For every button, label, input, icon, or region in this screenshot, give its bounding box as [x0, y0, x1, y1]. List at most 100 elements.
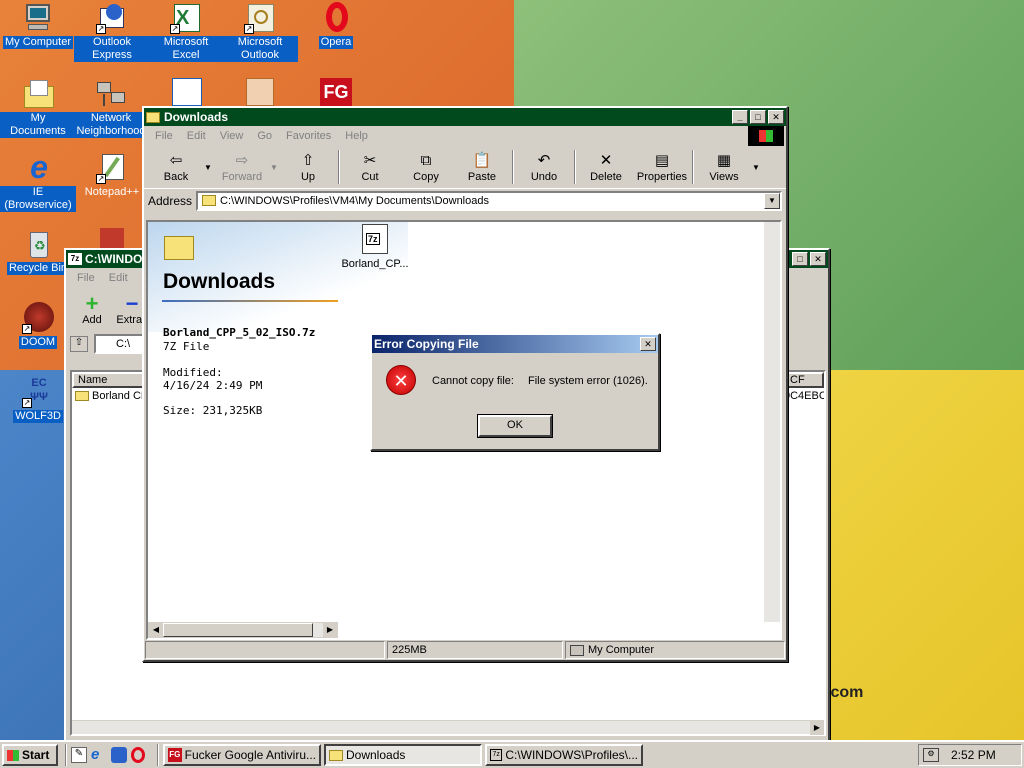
internet-explorer-icon[interactable]: e	[91, 747, 107, 763]
modified-value: 4/16/24 2:49 PM	[163, 379, 263, 392]
wolf3d-icon: EC ΨΨ ↗	[22, 377, 48, 408]
scroll-right-arrow[interactable]: ▶	[810, 721, 824, 735]
paste-button[interactable]: 📋 Paste	[454, 151, 510, 183]
paste-icon: 📋	[472, 152, 492, 169]
desktop-icon-notepad-plus-plus[interactable]: ↗ Notepad++	[74, 152, 150, 199]
column-crc[interactable]: CF	[784, 372, 824, 388]
undo-button[interactable]: ↶ Undo	[516, 151, 572, 183]
address-label: Address	[148, 193, 193, 208]
explorer-menubar: File Edit View Go Favorites Help	[144, 126, 786, 146]
desktop-icon-network-neighborhood[interactable]: Network Neighborhood	[74, 78, 148, 138]
tray-app-icon[interactable]: ⚙	[923, 748, 939, 762]
dialog-titlebar[interactable]: Error Copying File ✕	[372, 335, 658, 353]
desktop-icon-microsoft-outlook[interactable]: ↗ Microsoft Outlook	[222, 2, 298, 62]
quick-launch: ✎ e	[71, 747, 145, 763]
menu-edit[interactable]: Edit	[102, 272, 135, 284]
desktop-icon-my-computer[interactable]: My Computer	[0, 2, 76, 49]
up-folder-icon: ⇧	[301, 152, 315, 169]
views-button[interactable]: ▦ Views	[696, 151, 752, 183]
clock[interactable]: 2:52 PM	[951, 748, 996, 762]
vertical-scrollbar[interactable]	[764, 222, 780, 622]
ok-button[interactable]: OK	[477, 414, 553, 438]
opera-icon[interactable]	[131, 747, 145, 763]
horizontal-scrollbar[interactable]: ▶	[72, 720, 824, 735]
maximize-button[interactable]: □	[750, 110, 766, 124]
views-dropdown[interactable]: ▼	[752, 163, 766, 172]
forward-dropdown[interactable]: ▼	[270, 163, 280, 172]
delete-x-icon: ✕	[599, 152, 613, 169]
network-icon	[95, 78, 127, 110]
menu-view[interactable]: View	[213, 130, 251, 142]
error-dialog[interactable]: Error Copying File ✕ ✕ Cannot copy file:…	[370, 333, 660, 451]
close-button[interactable]: ✕	[768, 110, 784, 124]
wallpaper-watermark: .com	[826, 684, 864, 701]
desktop-icon-my-documents[interactable]: My Documents	[0, 78, 76, 138]
menu-help[interactable]: Help	[338, 130, 375, 142]
show-desktop-icon[interactable]: ✎	[71, 747, 87, 763]
menu-file[interactable]: File	[70, 272, 102, 284]
file-item-borland[interactable]: 7z Borland_CP...	[338, 222, 412, 270]
up-folder-icon[interactable]: ⇧	[70, 336, 88, 352]
excel-icon: X ↗	[170, 2, 202, 34]
task-7zip[interactable]: 7z C:\WINDOWS\Profiles\...	[485, 744, 643, 766]
address-input[interactable]: C:\WINDOWS\Profiles\VM4\My Documents\Dow…	[196, 190, 782, 211]
undo-icon: ↶	[537, 152, 551, 169]
folder-icon	[146, 111, 160, 123]
taskbar: Start ✎ e FG Fucker Google Antiviru... D…	[0, 740, 1024, 768]
desktop-icon-ie-browservice[interactable]: e IE (Browservice)	[0, 149, 76, 212]
explorer-titlebar[interactable]: Downloads _ □ ✕	[144, 108, 786, 126]
cut-button[interactable]: ✂ Cut	[342, 151, 398, 183]
dialog-detail: File system error (1026).	[528, 375, 648, 387]
explorer-title: Downloads	[164, 110, 229, 124]
scroll-left-arrow[interactable]: ◀	[149, 623, 163, 637]
menu-go[interactable]: Go	[250, 130, 279, 142]
close-button[interactable]: ✕	[810, 252, 826, 266]
task-downloads[interactable]: Downloads	[324, 744, 482, 766]
menu-favorites[interactable]: Favorites	[279, 130, 338, 142]
outlook-icon: ↗	[244, 2, 276, 34]
sevenzip-app-icon: 7z	[68, 253, 82, 265]
windows-logo-icon	[7, 749, 19, 761]
address-bar: Address C:\WINDOWS\Profiles\VM4\My Docum…	[144, 188, 786, 212]
windows-logo-icon	[748, 126, 784, 146]
outlook-express-icon[interactable]	[111, 747, 127, 763]
horizontal-scrollbar[interactable]: ◀ ▶	[148, 622, 338, 638]
forward-arrow-icon: ⇨	[235, 152, 249, 169]
add-button[interactable]: + Add	[72, 293, 112, 327]
back-dropdown[interactable]: ▼	[204, 163, 214, 172]
sevenzip-title: C:\WINDO	[85, 252, 143, 266]
views-icon: ▦	[716, 152, 732, 169]
address-dropdown-button[interactable]: ▼	[764, 192, 780, 209]
up-button[interactable]: ⇧ Up	[280, 151, 336, 183]
dialog-close-button[interactable]: ✕	[640, 337, 656, 351]
properties-button[interactable]: ▤ Properties	[634, 151, 690, 183]
powerpoint-icon	[246, 78, 274, 106]
maximize-button[interactable]: □	[792, 252, 808, 266]
menu-edit[interactable]: Edit	[180, 130, 213, 142]
computer-icon	[570, 644, 584, 656]
desktop-icon-outlook-express[interactable]: ↗ Outlook Express	[74, 2, 150, 62]
heading-divider	[162, 300, 338, 302]
menu-file[interactable]: File	[148, 130, 180, 142]
delete-button[interactable]: ✕ Delete	[578, 151, 634, 183]
modified-label: Modified:	[163, 366, 223, 379]
minimize-button[interactable]: _	[732, 110, 748, 124]
sevenzip-app-icon: 7z	[490, 749, 503, 761]
forward-button[interactable]: ⇨ Forward	[214, 151, 270, 183]
scroll-thumb[interactable]	[163, 623, 313, 637]
desktop-icon-opera[interactable]: Opera	[298, 2, 374, 49]
internet-explorer-icon: e	[30, 149, 48, 185]
desktop-icon-microsoft-excel[interactable]: X ↗ Microsoft Excel	[148, 2, 224, 62]
start-button[interactable]: Start	[2, 744, 58, 766]
status-zone: My Computer	[565, 641, 785, 659]
recycle-bin-icon: ♻	[22, 228, 54, 260]
properties-icon: ▤	[654, 152, 670, 169]
copy-button[interactable]: ⧉ Copy	[398, 151, 454, 183]
scroll-right-arrow[interactable]: ▶	[323, 623, 337, 637]
hidden-shortcut-icon	[172, 78, 202, 106]
notepad-icon: ↗	[96, 152, 128, 184]
back-button[interactable]: ⇦ Back	[148, 151, 204, 183]
doom-icon: ↗	[22, 302, 54, 334]
task-antivirus[interactable]: FG Fucker Google Antiviru...	[163, 744, 321, 766]
selected-file-type: 7Z File	[163, 340, 210, 353]
